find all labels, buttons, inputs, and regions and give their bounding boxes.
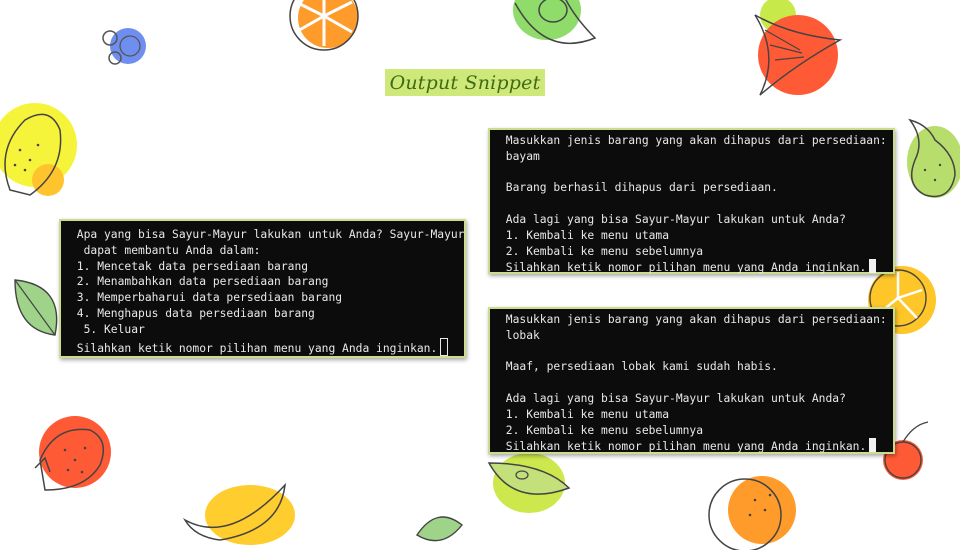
orange-slice-icon <box>289 0 359 51</box>
text-cursor <box>869 438 877 453</box>
section-title-badge: Output Snippet <box>385 69 545 96</box>
terminal-line: Masukkan jenis barang yang akan dihapus … <box>499 313 887 326</box>
terminal-delete-success: Masukkan jenis barang yang akan dihapus … <box>488 128 895 274</box>
terminal-delete-empty: Masukkan jenis barang yang akan dihapus … <box>488 307 895 454</box>
terminal-line: 5. Keluar <box>70 322 145 336</box>
terminal-prompt-text: Silahkan ketik nomor pilihan menu yang A… <box>499 261 867 275</box>
section-title: Output Snippet <box>389 71 541 94</box>
terminal-line: 1. Kembali ke menu utama <box>499 228 670 242</box>
leaf-icon <box>416 516 463 542</box>
terminal-line: 2. Menambahkan data persediaan barang <box>70 275 329 289</box>
terminal-line: bayam <box>499 149 540 163</box>
terminal-prompt-line[interactable]: Silahkan ketik nomor pilihan menu yang A… <box>499 438 893 454</box>
text-cursor <box>869 259 877 274</box>
terminal-line: Apa yang bisa Sayur-Mayur lakukan untuk … <box>70 228 465 241</box>
terminal-line: Ada lagi yang bisa Sayur-Mayur lakukan u… <box>499 212 846 226</box>
terminal-line: 1. Kembali ke menu utama <box>499 407 670 421</box>
terminal-prompt-text: Silahkan ketik nomor pilihan menu yang A… <box>499 440 867 454</box>
pear-icon <box>907 118 960 198</box>
strawberry-icon <box>34 416 111 491</box>
apple-slice-icon <box>487 453 571 513</box>
terminal-line: 1. Mencetak data persediaan barang <box>70 259 309 273</box>
terminal-line: 2. Kembali ke menu sebelumnya <box>499 423 704 437</box>
orange-icon <box>708 476 796 550</box>
avocado-icon <box>513 0 597 45</box>
watermelon-icon <box>754 0 843 96</box>
terminal-line: Masukkan jenis barang yang akan dihapus … <box>499 134 887 147</box>
blueberry-icon <box>102 28 146 65</box>
terminal-line: Barang berhasil dihapus dari persediaan. <box>499 181 778 195</box>
terminal-line: lobak <box>499 328 540 342</box>
terminal-line: 3. Memperbaharui data persediaan barang <box>70 291 343 305</box>
terminal-line: Maaf, persediaan lobak kami sudah habis. <box>499 360 778 374</box>
terminal-line: 2. Kembali ke menu sebelumnya <box>499 244 704 258</box>
terminal-line: 4. Menghapus data persediaan barang <box>70 306 315 320</box>
terminal-prompt-line[interactable]: Silahkan ketik nomor pilihan menu yang A… <box>70 337 464 356</box>
terminal-prompt-line[interactable]: Silahkan ketik nomor pilihan menu yang A… <box>499 259 893 275</box>
banana-icon <box>182 482 295 545</box>
terminal-prompt-text: Silahkan ketik nomor pilihan menu yang A… <box>70 341 438 355</box>
terminal-main-menu: Apa yang bisa Sayur-Mayur lakukan untuk … <box>59 219 466 358</box>
text-cursor <box>440 337 449 356</box>
lemon-icon <box>0 103 77 196</box>
terminal-line: dapat membantu Anda dalam: <box>70 243 261 257</box>
terminal-line: Ada lagi yang bisa Sayur-Mayur lakukan u… <box>499 391 846 405</box>
